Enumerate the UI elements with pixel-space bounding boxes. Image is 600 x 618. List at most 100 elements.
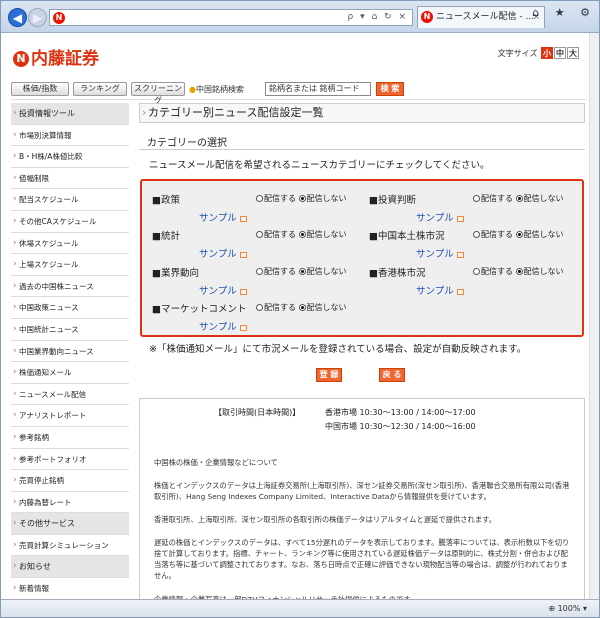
sidebar-item[interactable]: 市場別決算情報 xyxy=(11,125,129,147)
category-item: ■政策 配信する 配信しない サンプル xyxy=(148,189,363,224)
deliver-on-radio[interactable] xyxy=(256,268,263,275)
sidebar-item[interactable]: 参考銘柄 xyxy=(11,427,129,449)
category-box: ■政策 配信する 配信しない サンプル ■投資判断 配信する 配信しない サンプル ■統計配… xyxy=(140,179,584,337)
deliver-off-radio[interactable] xyxy=(298,268,306,275)
sidebar-item[interactable]: B・H株/A株値比較 xyxy=(11,146,129,168)
forward-button[interactable]: ▶ xyxy=(28,8,47,27)
sidebar-item[interactable]: 値幅制限 xyxy=(11,168,129,190)
main-content: カテゴリー別ニュース配信設定一覧 カテゴリーの選択 ニュースメール配信を希望され… xyxy=(139,103,585,608)
browser-tab[interactable]: N ニュースメール配信 - ... × xyxy=(417,6,545,28)
option-off-label: 配信しない xyxy=(306,267,347,276)
address-bar[interactable]: N ρ ▾ ⌂ ↻ × xyxy=(49,9,413,26)
sidebar-item[interactable]: 売買停止銘柄 xyxy=(11,470,129,492)
option-off-label: 配信しない xyxy=(306,230,347,239)
back-link-button[interactable]: 戻 る xyxy=(379,368,405,382)
option-off-label: 配信しない xyxy=(306,303,347,312)
note-text: ※「株価通知メール」にて市況メールを登録されている場合、設定が自動反映されます。 xyxy=(149,344,527,355)
info-paragraph: 中国株の株価・企業情報などについて xyxy=(154,458,278,467)
category-item: ■統計 配信する 配信しない サンプル xyxy=(148,225,363,260)
sidebar-item[interactable]: アナリストレポート xyxy=(11,405,129,427)
register-button[interactable]: 登 録 xyxy=(316,368,342,382)
option-on-label: 配信する xyxy=(264,194,296,203)
option-off-label: 配信しない xyxy=(523,194,564,203)
zoom-level[interactable]: ⊕ 100% ▾ xyxy=(548,604,587,613)
sidebar-item[interactable]: 中国政策ニュース xyxy=(11,297,129,319)
sidebar-item[interactable]: 上場スケジュール xyxy=(11,254,129,276)
sidebar-item[interactable]: 内藤為替レート xyxy=(11,492,129,514)
deliver-off-radio[interactable] xyxy=(298,195,306,202)
deliver-off-radio[interactable] xyxy=(515,268,523,275)
delivery-options: 配信する 配信しない xyxy=(256,229,347,240)
deliver-on-radio[interactable] xyxy=(256,304,263,311)
deliver-off-radio[interactable] xyxy=(515,231,523,238)
back-button[interactable]: ◀ xyxy=(8,8,27,27)
option-on-label: 配信する xyxy=(481,267,513,276)
logo-mark-icon: N xyxy=(13,51,29,67)
deliver-on-radio[interactable] xyxy=(256,231,263,238)
font-size-medium[interactable]: 中 xyxy=(554,47,566,59)
category-item: ■業界動向 配信する 配信しない サンプル xyxy=(148,262,363,297)
scrollbar[interactable] xyxy=(589,33,599,599)
browser-tools-icons[interactable]: ⌂ ★ ⚙ xyxy=(532,6,596,19)
ranking-button[interactable]: ランキング xyxy=(73,82,127,96)
category-label: ■政策 xyxy=(152,195,180,206)
sidebar-category[interactable]: 投資情報ツール xyxy=(11,103,129,125)
sidebar-item[interactable]: その他CAスケジュール xyxy=(11,211,129,233)
sample-link[interactable]: サンプル xyxy=(199,283,247,297)
stock-search-input[interactable]: 銘柄名または 銘柄コード xyxy=(265,82,371,96)
option-off-label: 配信しない xyxy=(523,267,564,276)
deliver-on-radio[interactable] xyxy=(473,268,480,275)
info-paragraph: 遅延の株価とインデックスのデータは、すべて15分遅れのデータを表示しております。… xyxy=(154,538,570,580)
category-label: ■中国本土株市況 xyxy=(369,231,445,242)
sample-link[interactable]: サンプル xyxy=(199,319,247,333)
favicon-icon: N xyxy=(53,12,65,24)
sample-link[interactable]: サンプル xyxy=(416,246,464,260)
screening-button[interactable]: スクリーニング xyxy=(131,82,185,105)
info-box: 【取引時間(日本時間)】 香港市場 10:30～13:00 / 14:00～17… xyxy=(139,398,585,608)
sample-link[interactable]: サンプル xyxy=(416,210,464,224)
font-size-switcher: 文字サイズ 小中大 xyxy=(498,47,579,59)
sample-link[interactable]: サンプル xyxy=(199,210,247,224)
option-on-label: 配信する xyxy=(481,230,513,239)
sidebar-item[interactable]: 株価通知メール xyxy=(11,362,129,384)
popup-icon xyxy=(456,252,464,258)
search-button[interactable]: 検 索 xyxy=(376,82,404,96)
sidebar-item[interactable]: 中国業界動向ニュース xyxy=(11,341,129,363)
sidebar-item[interactable]: 新着情報 xyxy=(11,578,129,599)
delivery-options: 配信する 配信しない xyxy=(256,266,347,277)
bulb-icon: ● xyxy=(189,85,196,94)
sidebar-item[interactable]: 休場スケジュール xyxy=(11,233,129,255)
sidebar-item[interactable]: 売買計算シミュレーション xyxy=(11,535,129,557)
deliver-on-radio[interactable] xyxy=(473,231,480,238)
tab-title: ニュースメール配信 - ... xyxy=(436,12,535,22)
option-off-label: 配信しない xyxy=(523,230,564,239)
font-size-label: 文字サイズ xyxy=(497,49,538,58)
font-size-large[interactable]: 大 xyxy=(567,47,579,59)
deliver-off-radio[interactable] xyxy=(515,195,523,202)
address-tools-icon[interactable]: ρ ▾ ⌂ ↻ × xyxy=(348,12,408,22)
deliver-off-radio[interactable] xyxy=(298,304,306,311)
info-paragraph: 株価とインデックスのデータは上海証券交易所(上海取引所)、深セン証券交易所(深セ… xyxy=(154,481,570,501)
sidebar-item[interactable]: 配当スケジュール xyxy=(11,189,129,211)
sidebar-item[interactable]: ニュースメール配信 xyxy=(11,384,129,406)
deliver-on-radio[interactable] xyxy=(256,195,263,202)
sidebar-item[interactable]: 過去の中国株ニュース xyxy=(11,276,129,298)
site-logo[interactable]: N 内藤証券 xyxy=(13,44,99,69)
font-size-small[interactable]: 小 xyxy=(541,47,553,59)
category-label: ■香港株市況 xyxy=(369,268,426,279)
sample-link[interactable]: サンプル xyxy=(416,283,464,297)
option-on-label: 配信する xyxy=(481,194,513,203)
sidebar-item[interactable]: 参考ポートフォリオ xyxy=(11,449,129,471)
deliver-on-radio[interactable] xyxy=(473,195,480,202)
sidebar-item[interactable]: 中国統計ニュース xyxy=(11,319,129,341)
sample-link[interactable]: サンプル xyxy=(199,246,247,260)
delivery-options: 配信する 配信しない xyxy=(256,302,347,313)
stocks-button[interactable]: 株価/指数 xyxy=(11,82,69,96)
deliver-off-radio[interactable] xyxy=(298,231,306,238)
sidebar-category[interactable]: その他サービス xyxy=(11,513,129,535)
option-on-label: 配信する xyxy=(264,230,296,239)
category-item: ■マーケットコメント 配信する 配信しない サンプル xyxy=(148,298,363,333)
hours-title: 【取引時間(日本時間)】 xyxy=(214,408,301,417)
hk-hours: 香港市場 10:30～13:00 / 14:00～17:00 xyxy=(325,408,476,417)
sidebar-category[interactable]: お知らせ xyxy=(11,556,129,579)
